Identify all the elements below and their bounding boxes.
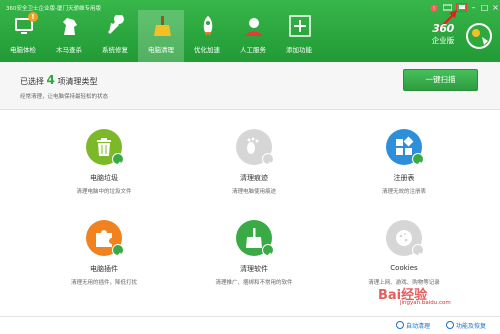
selection-summary: 已选择 4 项清理类型	[20, 73, 97, 87]
svg-text:!: !	[432, 6, 434, 12]
clean-item-junk[interactable]: 电脑垃圾 清理电脑中的垃圾文件	[32, 129, 182, 209]
close-icon[interactable]: ×	[490, 3, 500, 12]
nav-item-checkup[interactable]: ! 电脑体检	[0, 10, 46, 62]
clock-icon	[396, 321, 404, 329]
nav-item-repair[interactable]: 系统修复	[92, 10, 138, 62]
wrench-icon	[107, 15, 124, 35]
support-icon	[246, 18, 262, 36]
brand-logo: 360 企业版	[423, 22, 463, 45]
main-nav: ! 电脑体检 木马查杀 系统修复 电脑清理 优化加速 人工服务 添加功能	[0, 10, 322, 62]
card-title: 注册表	[393, 174, 415, 182]
plus-icon	[289, 15, 311, 37]
maximize-icon[interactable]: □	[479, 3, 490, 12]
nav-item-support[interactable]: 人工服务	[230, 10, 276, 62]
nav-item-add[interactable]: 添加功能	[276, 10, 322, 62]
rocket-icon	[203, 16, 213, 36]
checked-icon[interactable]	[412, 153, 424, 168]
restore-link[interactable]: 功能及恢复	[446, 321, 486, 330]
nav-item-optimize[interactable]: 优化加速	[184, 10, 230, 62]
card-desc: 清理无用的插件，降低打扰	[70, 280, 137, 286]
title-bar: 360安全卫士企业版-厦门天骄维专用版 ! – □ × ! 电脑体检 木马查杀	[0, 0, 500, 62]
card-title: Cookies	[390, 264, 418, 272]
horse-icon	[63, 18, 77, 35]
unchecked-icon[interactable]	[412, 244, 424, 259]
checked-icon[interactable]	[112, 153, 124, 168]
auto-clean-link[interactable]: 自动清理	[396, 321, 430, 330]
restore-icon	[446, 321, 454, 329]
card-desc: 清理推广、捆绑和不常用的软件	[215, 280, 293, 286]
checked-icon[interactable]	[262, 244, 274, 259]
card-desc: 清理无效的注册表	[381, 189, 426, 195]
card-title: 清理痕迹	[240, 174, 268, 182]
nav-item-trojan[interactable]: 木马查杀	[46, 10, 92, 62]
clean-item-registry[interactable]: 注册表 清理无效的注册表	[332, 129, 482, 209]
avatar[interactable]	[466, 23, 492, 49]
nav-label: 优化加速	[194, 46, 220, 54]
nav-label: 人工服务	[240, 46, 266, 54]
brand-name: 360	[432, 22, 454, 35]
nav-label: 系统修复	[102, 46, 128, 54]
nav-label: 电脑体检	[10, 46, 36, 54]
watermark-url: jingyan.baidu.com	[400, 300, 451, 306]
nav-item-cleanup[interactable]: 电脑清理	[138, 10, 184, 62]
auto-clean-label: 自动清理	[406, 323, 431, 330]
checkup-badge: !	[28, 12, 38, 22]
card-desc: 清理电脑中的垃圾文件	[76, 189, 132, 195]
selection-prefix: 已选择	[20, 77, 44, 86]
selection-suffix: 项清理类型	[57, 77, 98, 86]
restore-label: 功能及恢复	[456, 323, 487, 330]
card-title: 清理软件	[240, 265, 268, 273]
clean-item-plugins[interactable]: 电脑插件 清理无用的插件，降低打扰	[32, 220, 182, 300]
clean-item-software[interactable]: 清理软件 清理推广、捆绑和不常用的软件	[182, 220, 332, 300]
clean-item-traces[interactable]: 清理痕迹 清理电脑使用痕迹	[182, 129, 332, 209]
header-subtitle: 经常清理，让电脑保持最轻松的状态	[20, 94, 109, 100]
scan-button[interactable]: 一键扫描	[403, 69, 478, 91]
footer-bar: 自动清理 功能及恢复	[0, 316, 500, 334]
nav-label: 电脑清理	[148, 46, 174, 54]
selection-count: 4	[46, 73, 55, 87]
brand-edition: 企业版	[431, 36, 455, 45]
minimize-icon[interactable]: –	[468, 3, 479, 12]
unchecked-icon[interactable]	[262, 153, 274, 168]
card-desc: 清理电脑使用痕迹	[231, 189, 276, 195]
nav-label: 添加功能	[286, 46, 312, 54]
nav-label: 木马查杀	[56, 46, 82, 54]
checked-icon[interactable]	[112, 244, 124, 259]
card-title: 电脑插件	[90, 265, 118, 273]
broom-icon	[154, 16, 171, 36]
card-title: 电脑垃圾	[90, 174, 118, 182]
